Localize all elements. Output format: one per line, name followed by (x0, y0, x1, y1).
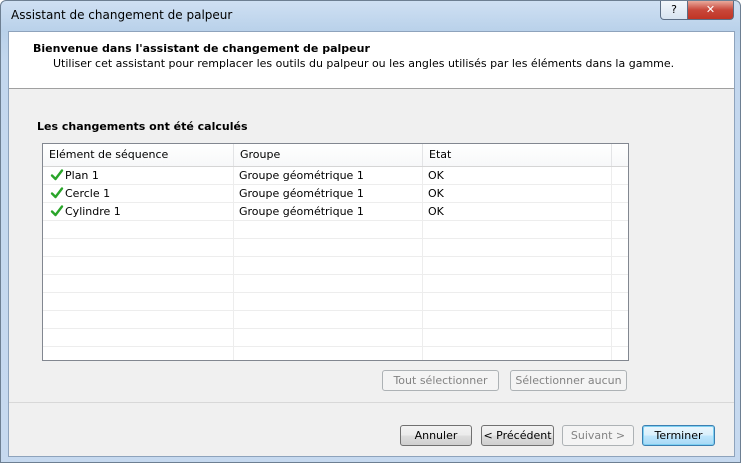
table-row[interactable]: Plan 1 Groupe géométrique 1 OK (43, 167, 628, 185)
column-header-groupe[interactable]: Groupe (234, 144, 423, 166)
empty-cell (43, 257, 234, 274)
empty-cell (43, 275, 234, 292)
empty-row (43, 347, 628, 360)
groupe-cell: Groupe géométrique 1 (234, 167, 423, 184)
header-subtitle: Utiliser cet assistant pour remplacer le… (53, 57, 675, 70)
empty-cell (423, 347, 612, 360)
changes-list[interactable]: Elément de séquence Groupe Etat Plan 1 G… (42, 143, 629, 361)
table-row[interactable]: Cercle 1 Groupe géométrique 1 OK (43, 185, 628, 203)
previous-button[interactable]: < Précédent (481, 425, 554, 446)
empty-cell (43, 293, 234, 310)
empty-cell (423, 311, 612, 328)
element-name: Cercle 1 (65, 187, 111, 200)
empty-cell (234, 293, 423, 310)
section-label: Les changements ont été calculés (37, 120, 248, 133)
element-name: Cylindre 1 (65, 205, 121, 218)
button-separator (9, 402, 734, 403)
select-none-button[interactable]: Sélectionner aucun (510, 370, 627, 391)
empty-cell (423, 221, 612, 238)
empty-row (43, 221, 628, 239)
help-button[interactable]: ? (660, 1, 688, 20)
groupe-cell: Groupe géométrique 1 (234, 203, 423, 220)
wizard-window: Assistant de changement de palpeur ? ✕ B… (0, 0, 741, 463)
empty-cell (423, 329, 612, 346)
empty-row (43, 275, 628, 293)
empty-cell (423, 275, 612, 292)
empty-cell (234, 311, 423, 328)
next-button[interactable]: Suivant > (562, 425, 634, 446)
table-row[interactable]: Cylindre 1 Groupe géométrique 1 OK (43, 203, 628, 221)
header-title: Bienvenue dans l'assistant de changement… (33, 42, 370, 55)
empty-cell (43, 347, 234, 360)
column-header-element[interactable]: Elément de séquence (43, 144, 234, 166)
element-cell: Cylindre 1 (43, 203, 234, 220)
groupe-cell: Groupe géométrique 1 (234, 185, 423, 202)
select-all-button[interactable]: Tout sélectionner (382, 370, 499, 391)
empty-row (43, 311, 628, 329)
empty-row (43, 293, 628, 311)
empty-cell (423, 293, 612, 310)
element-cell: Cercle 1 (43, 185, 234, 202)
close-button[interactable]: ✕ (687, 1, 734, 20)
window-title: Assistant de changement de palpeur (11, 8, 233, 22)
empty-cell (234, 239, 423, 256)
etat-cell: OK (423, 185, 612, 202)
empty-cell (43, 329, 234, 346)
list-header: Elément de séquence Groupe Etat (43, 144, 628, 167)
help-icon: ? (671, 3, 677, 16)
wizard-client-area: Bienvenue dans l'assistant de changement… (8, 31, 735, 457)
empty-row (43, 257, 628, 275)
empty-cell (234, 257, 423, 274)
empty-cell (43, 239, 234, 256)
title-bar[interactable]: Assistant de changement de palpeur ? ✕ (1, 1, 740, 29)
element-name: Plan 1 (65, 169, 99, 182)
empty-cell (234, 329, 423, 346)
column-header-etat[interactable]: Etat (423, 144, 612, 166)
check-icon (50, 205, 64, 217)
etat-cell: OK (423, 203, 612, 220)
empty-cell (423, 257, 612, 274)
finish-button[interactable]: Terminer (642, 425, 715, 446)
empty-cell (423, 239, 612, 256)
empty-cell (234, 347, 423, 360)
check-icon (50, 187, 64, 199)
empty-row (43, 329, 628, 347)
empty-cell (234, 221, 423, 238)
element-cell: Plan 1 (43, 167, 234, 184)
etat-cell: OK (423, 167, 612, 184)
empty-cell (43, 311, 234, 328)
wizard-header: Bienvenue dans l'assistant de changement… (9, 32, 734, 89)
empty-row (43, 239, 628, 257)
check-icon (50, 169, 64, 181)
empty-cell (234, 275, 423, 292)
empty-cell (43, 221, 234, 238)
close-icon: ✕ (705, 3, 716, 16)
cancel-button[interactable]: Annuler (400, 425, 472, 446)
